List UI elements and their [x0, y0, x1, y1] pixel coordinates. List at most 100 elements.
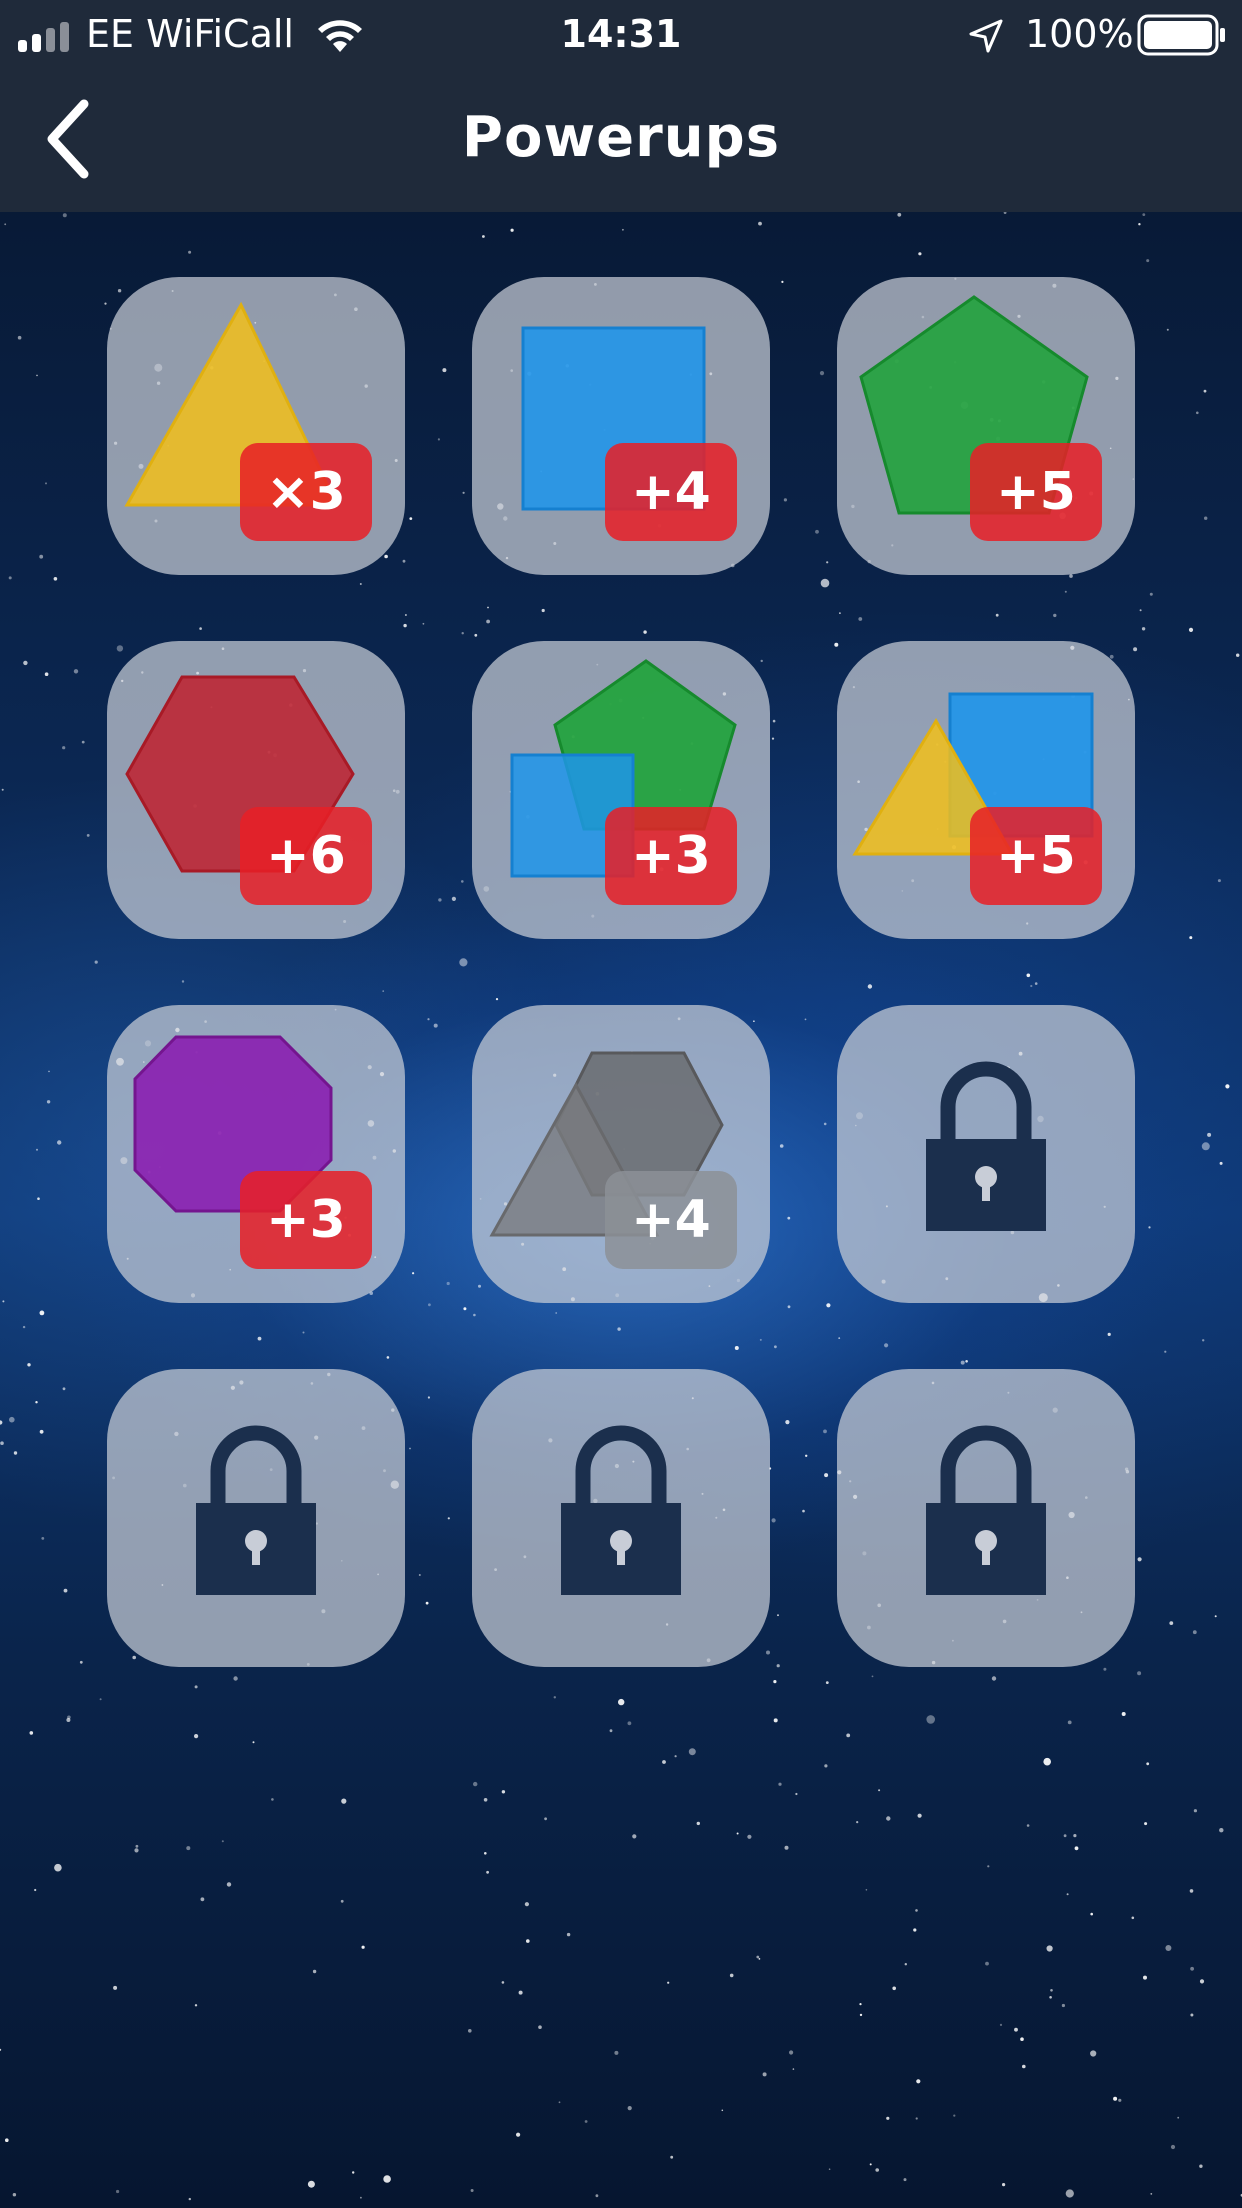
star	[486, 619, 490, 624]
powerup-tile-locked[interactable]	[837, 1005, 1135, 1303]
star	[1207, 1132, 1212, 1137]
powerup-tile-locked[interactable]	[837, 1369, 1135, 1667]
star	[233, 1676, 238, 1681]
star	[1063, 1834, 1067, 1838]
star	[29, 1731, 34, 1735]
powerup-tile-triangle-square[interactable]: +5	[837, 641, 1135, 939]
star	[1193, 1809, 1197, 1813]
star	[1103, 1667, 1107, 1671]
star	[595, 2194, 599, 2198]
star	[62, 746, 66, 750]
star	[1026, 973, 1031, 978]
powerup-tile-square[interactable]: +4	[472, 277, 770, 575]
star	[916, 2079, 921, 2084]
star	[995, 613, 999, 617]
star	[1143, 1975, 1147, 1980]
star	[1170, 2144, 1176, 2150]
star	[135, 1844, 139, 1848]
powerup-tile-hexagon[interactable]: +6	[107, 641, 405, 939]
star	[1141, 627, 1146, 631]
star	[252, 1741, 255, 1744]
powerup-tile-locked[interactable]	[107, 1369, 405, 1667]
star	[474, 633, 478, 637]
lock-icon	[926, 1061, 1046, 1231]
star	[926, 1715, 935, 1724]
star	[1150, 2193, 1153, 2195]
star	[897, 212, 902, 217]
star	[45, 482, 47, 485]
star	[462, 491, 465, 494]
star	[779, 1144, 784, 1148]
star	[48, 1070, 50, 1073]
powerup-tile-square-pentagon[interactable]: +3	[472, 641, 770, 939]
star	[1050, 1989, 1053, 1992]
star	[1146, 259, 1150, 263]
star	[459, 958, 468, 967]
star	[79, 1660, 83, 1664]
star	[1, 788, 4, 791]
powerup-tile-octagon[interactable]: +3	[107, 1005, 405, 1303]
star	[627, 2106, 632, 2111]
multiplier-badge: +3	[240, 1171, 372, 1269]
star	[826, 561, 829, 564]
star	[39, 554, 44, 559]
star	[778, 1782, 782, 1786]
multiplier-badge: +6	[240, 807, 372, 905]
star	[824, 1473, 829, 1478]
star	[226, 1882, 232, 1887]
star	[404, 614, 407, 616]
star	[518, 1990, 523, 1995]
star	[17, 335, 22, 340]
star	[1166, 328, 1169, 331]
star	[965, 1360, 968, 1363]
navigation-bar: Powerups	[0, 70, 1242, 212]
star	[859, 2003, 862, 2006]
star	[729, 1973, 734, 1978]
star	[622, 228, 624, 231]
star	[188, 250, 192, 254]
star	[824, 1764, 828, 1768]
star	[57, 1140, 62, 1145]
star	[302, 1331, 305, 1334]
star	[433, 1023, 438, 1028]
star	[1225, 1084, 1230, 1089]
star	[773, 1680, 777, 1684]
powerup-tile-locked[interactable]	[472, 1369, 770, 1667]
star	[858, 617, 863, 621]
star	[62, 213, 67, 218]
star	[442, 368, 447, 373]
star	[1014, 2027, 1018, 2032]
star	[553, 1696, 556, 1699]
star	[36, 1148, 38, 1151]
star	[1192, 1630, 1197, 1635]
star	[566, 1932, 571, 1937]
star	[412, 1272, 415, 1275]
multiplier-badge: +4	[605, 1171, 737, 1269]
star	[1149, 592, 1153, 596]
star	[917, 1813, 922, 1818]
star	[674, 1755, 677, 1758]
star	[985, 1961, 989, 1966]
star	[771, 1518, 776, 1523]
star	[820, 578, 830, 588]
star	[186, 1846, 191, 1851]
powerup-tile-triangle-hexagon[interactable]: +4	[472, 1005, 770, 1303]
star	[632, 1834, 637, 1839]
star	[438, 898, 442, 902]
star	[756, 1955, 760, 1959]
star	[487, 606, 489, 609]
star	[418, 1574, 421, 1576]
multiplier-badge: +5	[970, 443, 1102, 541]
star	[759, 1338, 762, 1341]
star	[1118, 2098, 1122, 2102]
star	[787, 1216, 791, 1220]
star	[1107, 1332, 1111, 1336]
star	[772, 719, 776, 723]
star	[27, 1363, 31, 1367]
star	[805, 1454, 808, 1458]
powerup-tile-triangle[interactable]: ×3	[107, 277, 405, 575]
star	[913, 1928, 917, 1932]
star	[1090, 1912, 1093, 1916]
star	[688, 1748, 696, 1756]
powerup-tile-pentagon[interactable]: +5	[837, 277, 1135, 575]
